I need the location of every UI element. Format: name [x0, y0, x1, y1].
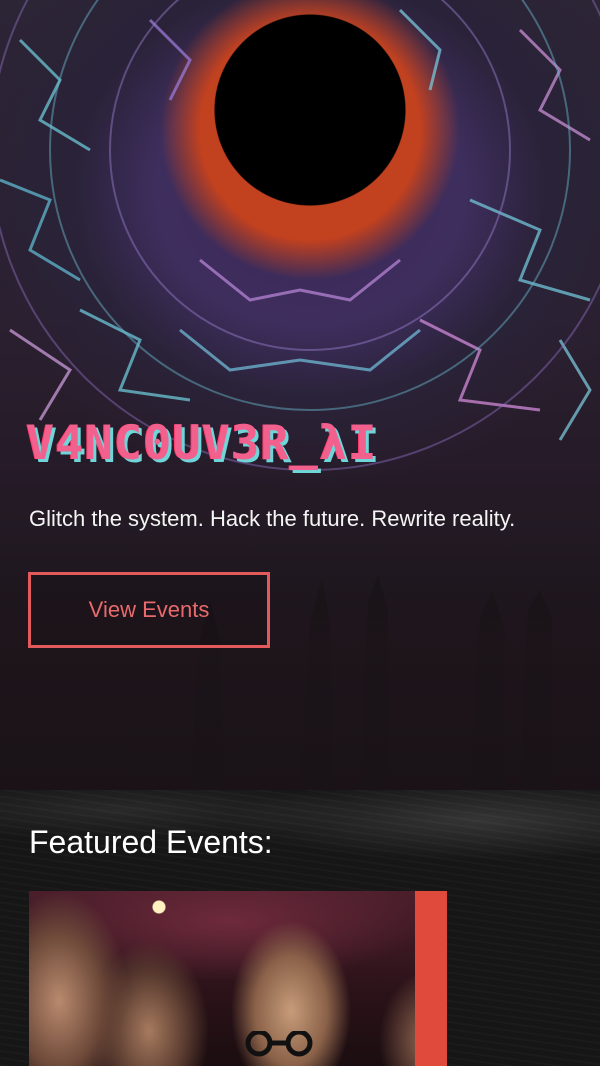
- event-card[interactable]: [29, 891, 447, 1066]
- featured-events-section: Featured Events:: [0, 790, 600, 1066]
- hero-section: V4NC0UV3R_λI Glitch the system. Hack the…: [0, 0, 600, 790]
- hero-tagline: Glitch the system. Hack the future. Rewr…: [29, 506, 516, 531]
- event-photo-detail: [245, 1031, 313, 1057]
- view-events-button[interactable]: View Events: [28, 572, 270, 648]
- featured-events-heading: Featured Events:: [29, 824, 273, 860]
- site-title: V4NC0UV3R_λI: [26, 416, 378, 471]
